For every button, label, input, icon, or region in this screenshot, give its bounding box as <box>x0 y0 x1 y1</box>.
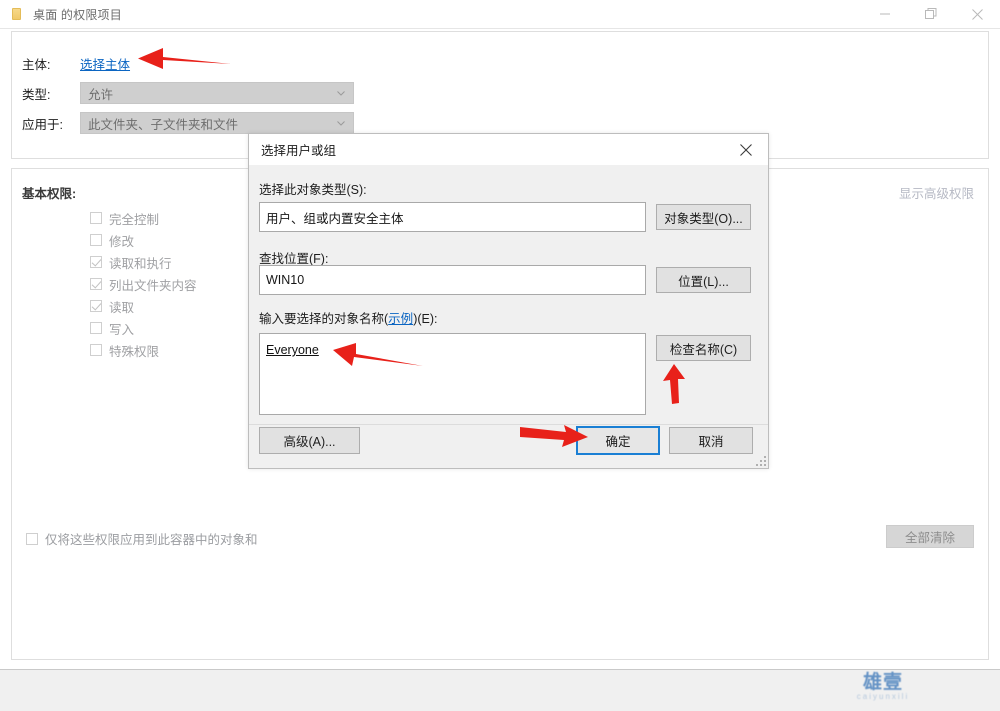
dialog-title: 选择用户或组 <box>261 144 337 158</box>
apply-to-row: 应用于: 此文件夹、子文件夹和文件 <box>22 112 354 134</box>
minimize-icon[interactable] <box>862 0 908 28</box>
checkbox-read-execute[interactable] <box>90 256 102 268</box>
type-label: 类型: <box>22 87 51 102</box>
permission-label: 修改 <box>109 234 135 249</box>
principal-label: 主体: <box>22 57 51 72</box>
object-type-input[interactable]: 用户、组或内置安全主体 <box>259 202 646 232</box>
check-names-button[interactable]: 检查名称(C) <box>656 335 751 361</box>
container-only-label: 仅将这些权限应用到此容器中的对象和 <box>45 533 258 547</box>
object-type-label: 选择此对象类型(S): <box>259 183 367 197</box>
clear-all-button[interactable]: 全部清除 <box>886 525 974 548</box>
permission-label: 读取和执行 <box>109 256 172 271</box>
show-advanced-permissions-link[interactable]: 显示高级权限 <box>899 183 974 202</box>
checkbox-write[interactable] <box>90 322 102 334</box>
title-separator <box>0 28 1000 29</box>
permission-item-read-execute[interactable]: 读取和执行 <box>90 251 197 273</box>
restore-icon[interactable] <box>908 0 954 28</box>
window-title: 桌面 的权限项目 <box>33 7 122 22</box>
advanced-button[interactable]: 高级(A)... <box>259 427 360 454</box>
principal-row: 主体: 选择主体 <box>22 52 130 74</box>
close-icon[interactable] <box>724 134 768 165</box>
dialog-title-bar: 选择用户或组 <box>249 134 768 165</box>
window-controls <box>862 0 1000 28</box>
checkbox-special-permissions[interactable] <box>90 344 102 356</box>
type-value: 允许 <box>88 87 114 102</box>
permission-item-list-folder[interactable]: 列出文件夹内容 <box>90 273 197 295</box>
select-principal-link[interactable]: 选择主体 <box>80 54 130 73</box>
watermark-main-text: 雄壹 <box>862 672 903 693</box>
resize-grip[interactable] <box>756 456 767 467</box>
permission-item-full-control[interactable]: 完全控制 <box>90 207 197 229</box>
cancel-button[interactable]: 取消 <box>669 427 753 454</box>
chevron-down-icon <box>337 91 345 96</box>
object-names-label-suffix: )(E): <box>413 312 438 326</box>
window-title-bar: 桌面 的权限项目 <box>0 0 1000 28</box>
permission-label: 写入 <box>109 322 135 337</box>
location-input[interactable]: WIN10 <box>259 265 646 295</box>
checkbox-full-control[interactable] <box>90 212 102 224</box>
permission-item-write[interactable]: 写入 <box>90 317 197 339</box>
basic-permissions-title: 基本权限: <box>22 187 77 201</box>
type-row: 类型: 允许 <box>22 82 354 104</box>
permission-label: 读取 <box>109 300 135 315</box>
object-names-label: 输入要选择的对象名称(示例)(E): <box>259 308 438 327</box>
close-icon[interactable] <box>954 0 1000 28</box>
object-type-value: 用户、组或内置安全主体 <box>266 211 404 226</box>
type-combobox[interactable]: 允许 <box>80 82 354 104</box>
container-only-row[interactable]: 仅将这些权限应用到此容器中的对象和 <box>26 529 258 548</box>
permission-label: 完全控制 <box>109 212 160 227</box>
permission-item-special[interactable]: 特殊权限 <box>90 339 197 361</box>
checkbox-apply-container-only[interactable] <box>26 532 38 545</box>
example-link[interactable]: 示例 <box>388 312 413 326</box>
permission-label: 列出文件夹内容 <box>109 278 197 293</box>
apply-to-label: 应用于: <box>22 117 63 132</box>
location-value: WIN10 <box>266 273 305 287</box>
location-button[interactable]: 位置(L)... <box>656 267 751 293</box>
chevron-down-icon <box>337 121 345 126</box>
permissions-list: 完全控制 修改 读取和执行 列出文件夹内容 读取 写入 特殊权限 <box>90 207 197 361</box>
apply-to-combobox[interactable]: 此文件夹、子文件夹和文件 <box>80 112 354 134</box>
checkbox-read[interactable] <box>90 300 102 312</box>
watermark: 雄壹 caiyunxili <box>843 673 923 705</box>
ok-button[interactable]: 确定 <box>576 426 660 455</box>
object-names-input[interactable]: Everyone <box>259 333 646 415</box>
permission-item-read[interactable]: 读取 <box>90 295 197 317</box>
object-names-label-prefix: 输入要选择的对象名称( <box>259 312 389 326</box>
object-type-button[interactable]: 对象类型(O)... <box>656 204 751 230</box>
apply-to-value: 此文件夹、子文件夹和文件 <box>88 117 239 132</box>
object-names-value: Everyone <box>266 343 319 357</box>
watermark-sub-text: caiyunxili <box>856 692 910 701</box>
permission-item-modify[interactable]: 修改 <box>90 229 197 251</box>
checkbox-modify[interactable] <box>90 234 102 246</box>
folder-icon <box>9 6 25 22</box>
dialog-footer-separator <box>249 424 768 425</box>
permission-label: 特殊权限 <box>109 344 160 359</box>
checkbox-list-folder[interactable] <box>90 278 102 290</box>
